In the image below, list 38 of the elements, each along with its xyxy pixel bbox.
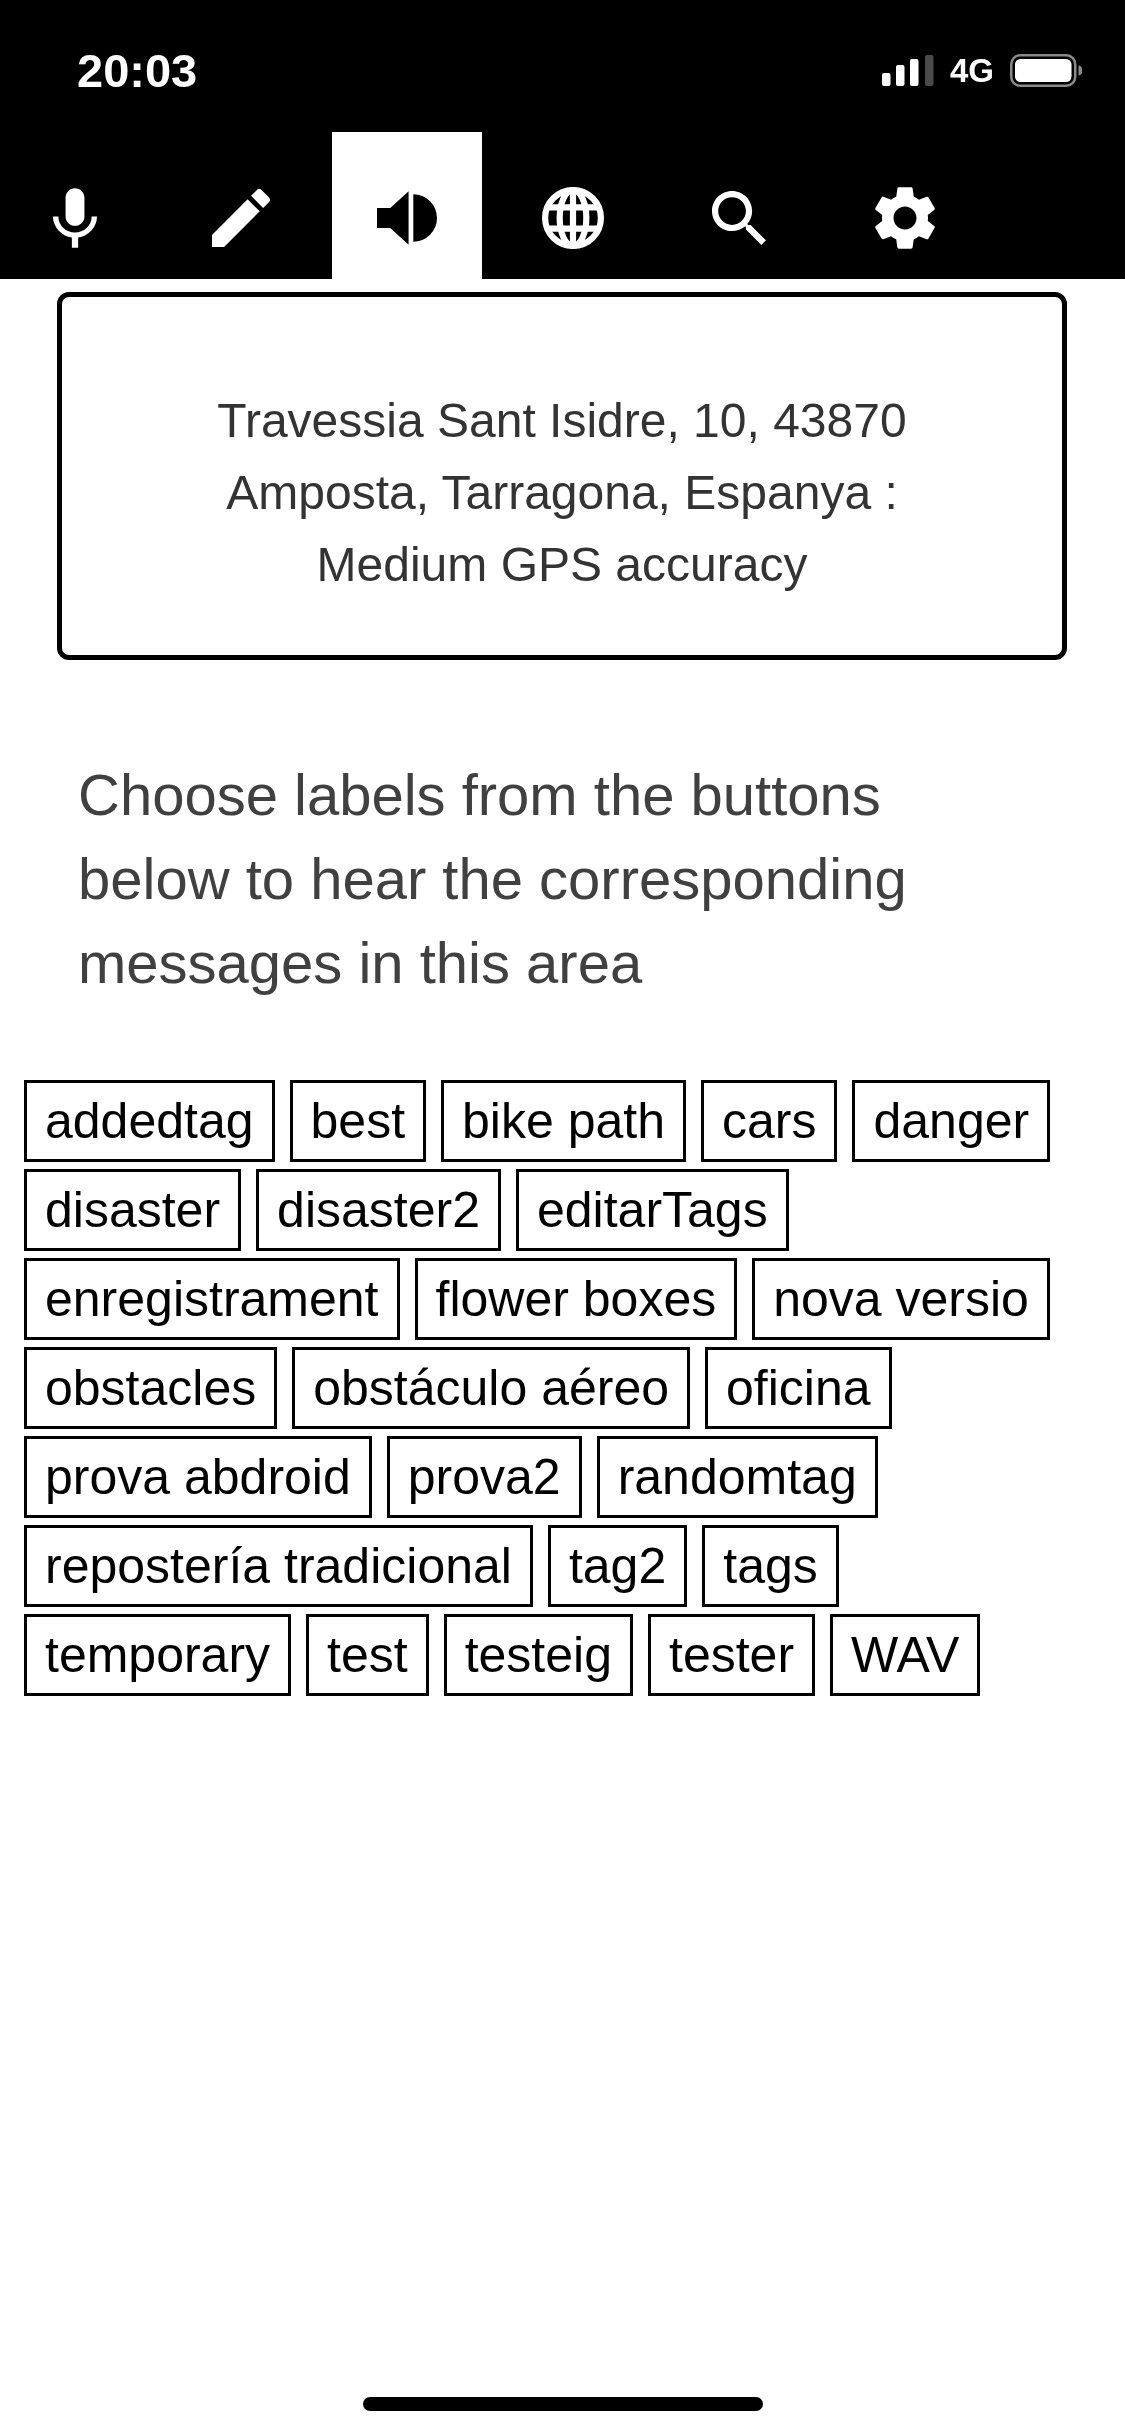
label-button[interactable]: enregistrament: [24, 1258, 400, 1340]
address-text: Travessia Sant Isidre, 10, 43870 Amposta, Tarragona, Espanya : Medium GPS accuracy: [217, 394, 907, 591]
label-button[interactable]: temporary: [24, 1614, 292, 1696]
microphone-icon: [53, 188, 97, 248]
label-button[interactable]: editarTags: [515, 1169, 789, 1251]
label-button[interactable]: flower boxes: [414, 1258, 738, 1340]
label-button[interactable]: WAV: [830, 1614, 981, 1696]
label-button[interactable]: cars: [701, 1080, 838, 1162]
label-button[interactable]: disaster2: [256, 1169, 501, 1251]
label-button[interactable]: danger: [852, 1080, 1051, 1162]
label-button[interactable]: prova abdroid: [24, 1436, 372, 1518]
settings-icon: [875, 186, 935, 250]
label-button[interactable]: addedtag: [24, 1080, 275, 1162]
label-button[interactable]: best: [289, 1080, 427, 1162]
label-button[interactable]: obstacles: [24, 1347, 278, 1429]
label-button[interactable]: disaster: [24, 1169, 242, 1251]
battery-icon: [1010, 53, 1082, 87]
label-button[interactable]: tester: [648, 1614, 816, 1696]
globe-icon: [542, 187, 604, 249]
label-button[interactable]: oficina: [705, 1347, 892, 1429]
status-time: 20:03: [77, 46, 198, 94]
label-button[interactable]: nova versio: [752, 1258, 1050, 1340]
search-icon: [712, 191, 766, 245]
pencil-icon: [212, 189, 270, 247]
network-label: 4G: [949, 53, 994, 87]
label-button[interactable]: testeig: [443, 1614, 633, 1696]
label-button[interactable]: randomtag: [596, 1436, 878, 1518]
label-button[interactable]: prova2: [386, 1436, 582, 1518]
label-button[interactable]: tag2: [547, 1525, 688, 1607]
instruction-text: Choose labels from the buttons below to hear the corresponding messages in this area: [77, 761, 908, 997]
label-button[interactable]: test: [306, 1614, 429, 1696]
label-button[interactable]: obstáculo aéreo: [292, 1347, 691, 1429]
signal-icon: [881, 54, 934, 86]
label-button[interactable]: repostería tradicional: [24, 1525, 533, 1607]
tab[interactable]: [332, 132, 482, 279]
label-button[interactable]: bike path: [441, 1080, 686, 1162]
speaker-icon: [377, 191, 437, 245]
label-button[interactable]: tags: [702, 1525, 839, 1607]
